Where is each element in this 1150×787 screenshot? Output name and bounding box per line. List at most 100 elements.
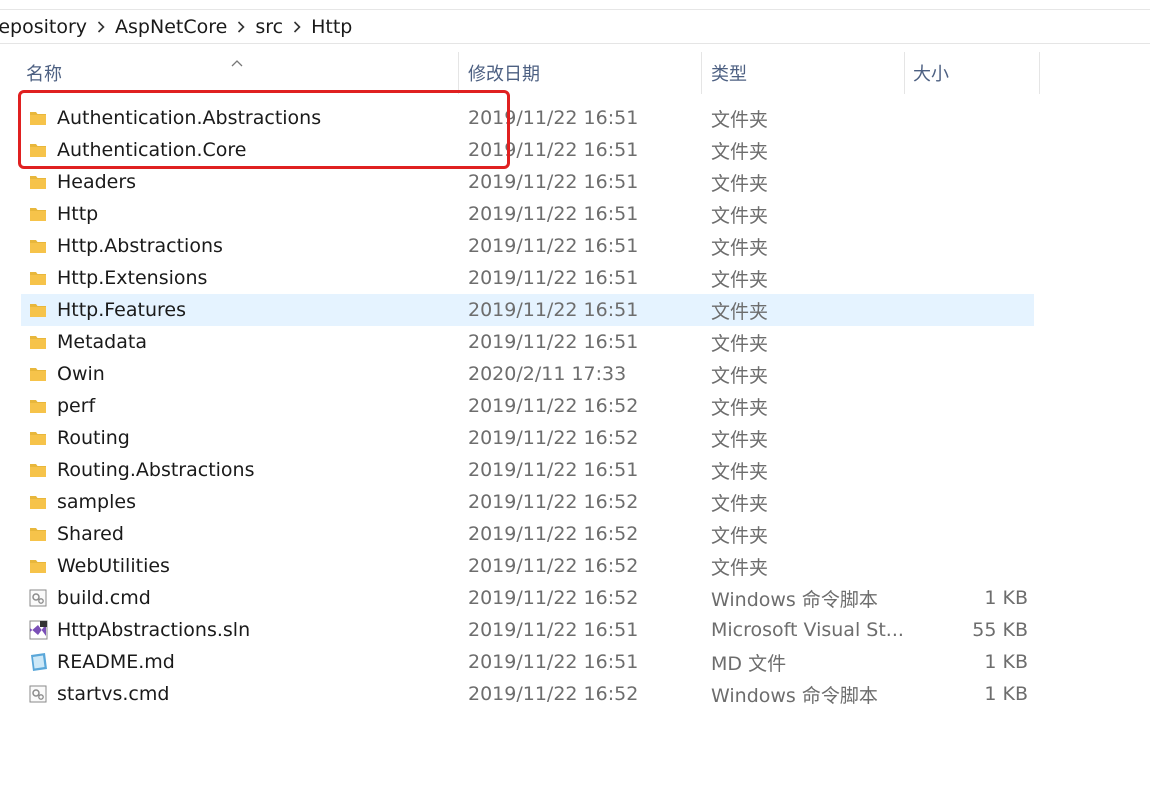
- breadcrumb-repository[interactable]: Repository: [0, 16, 87, 38]
- file-type: 文件夹: [711, 396, 769, 419]
- file-name: Http.Abstractions: [57, 235, 223, 257]
- folder-icon: [27, 294, 49, 326]
- file-row[interactable]: perf 2019/11/22 16:52 文件夹: [21, 390, 1034, 422]
- file-row[interactable]: Http.Abstractions 2019/11/22 16:51 文件夹: [21, 230, 1034, 262]
- folder-icon: [27, 166, 49, 198]
- file-type: 文件夹: [711, 300, 769, 323]
- file-modified-date: 2019/11/22 16:52: [468, 523, 639, 545]
- column-divider[interactable]: [1039, 52, 1040, 94]
- file-row[interactable]: Authentication.Core 2019/11/22 16:51 文件夹: [21, 134, 1034, 166]
- column-divider[interactable]: [904, 52, 905, 94]
- file-row[interactable]: Authentication.Abstractions 2019/11/22 16…: [21, 102, 1034, 134]
- file-row[interactable]: Routing.Abstractions 2019/11/22 16:51 文件夹: [21, 454, 1034, 486]
- sort-ascending-icon: [231, 52, 243, 71]
- file-name: Authentication.Abstractions: [57, 107, 322, 129]
- file-type: 文件夹: [711, 460, 769, 483]
- folder-icon: [27, 454, 49, 486]
- folder-icon: [27, 230, 49, 262]
- file-type: 文件夹: [711, 140, 769, 163]
- file-modified-date: 2020/2/11 17:33: [468, 363, 627, 385]
- file-name: Shared: [57, 523, 124, 545]
- file-type: 文件夹: [711, 236, 769, 259]
- file-name: startvs.cmd: [57, 683, 170, 705]
- file-row[interactable]: Owin 2020/2/11 17:33 文件夹: [21, 358, 1034, 390]
- file-modified-date: 2019/11/22 16:51: [468, 651, 639, 673]
- file-name: Http.Extensions: [57, 267, 208, 289]
- file-name: Owin: [57, 363, 105, 385]
- file-row[interactable]: build.cmd 2019/11/22 16:52 Windows 命令脚本 1 K…: [21, 582, 1034, 614]
- file-row[interactable]: Http.Features 2019/11/22 16:51 文件夹: [21, 294, 1034, 326]
- file-row[interactable]: Routing 2019/11/22 16:52 文件夹: [21, 422, 1034, 454]
- file-type: 文件夹: [711, 332, 769, 355]
- file-row[interactable]: HttpAbstractions.sln 2019/11/22 16:51 Micr…: [21, 614, 1034, 646]
- file-row[interactable]: Shared 2019/11/22 16:52 文件夹: [21, 518, 1034, 550]
- visual-studio-solution-icon: [27, 614, 49, 646]
- file-name: Metadata: [57, 331, 147, 353]
- file-row[interactable]: Http.Extensions 2019/11/22 16:51 文件夹: [21, 262, 1034, 294]
- column-header-size[interactable]: 大小: [913, 52, 949, 94]
- file-row[interactable]: samples 2019/11/22 16:52 文件夹: [21, 486, 1034, 518]
- file-modified-date: 2019/11/22 16:51: [468, 331, 639, 353]
- folder-icon: [27, 358, 49, 390]
- file-modified-date: 2019/11/22 16:52: [468, 587, 639, 609]
- file-modified-date: 2019/11/22 16:52: [468, 555, 639, 577]
- file-type: Windows 命令脚本: [711, 684, 878, 707]
- folder-icon: [27, 550, 49, 582]
- chevron-right-icon[interactable]: [231, 20, 251, 33]
- folder-icon: [27, 422, 49, 454]
- column-header-date[interactable]: 修改日期: [468, 52, 540, 94]
- file-row[interactable]: Http 2019/11/22 16:51 文件夹: [21, 198, 1034, 230]
- file-name: samples: [57, 491, 136, 513]
- file-type: 文件夹: [711, 524, 769, 547]
- column-divider[interactable]: [458, 52, 459, 94]
- folder-icon: [27, 102, 49, 134]
- file-row[interactable]: startvs.cmd 2019/11/22 16:52 Windows 命令脚本 1…: [21, 678, 1034, 710]
- file-modified-date: 2019/11/22 16:51: [468, 299, 639, 321]
- folder-icon: [27, 390, 49, 422]
- file-name: Headers: [57, 171, 137, 193]
- file-modified-date: 2019/11/22 16:52: [468, 683, 639, 705]
- file-modified-date: 2019/11/22 16:51: [468, 619, 639, 641]
- column-header-name[interactable]: 名称: [26, 52, 62, 94]
- file-type: 文件夹: [711, 364, 769, 387]
- breadcrumb-http[interactable]: Http: [311, 16, 352, 38]
- file-size: 1 KB: [984, 651, 1028, 673]
- folder-icon: [27, 262, 49, 294]
- file-type: 文件夹: [711, 268, 769, 291]
- file-type: 文件夹: [711, 108, 769, 131]
- file-type: 文件夹: [711, 556, 769, 579]
- file-size: 1 KB: [984, 683, 1028, 705]
- file-modified-date: 2019/11/22 16:52: [468, 395, 639, 417]
- file-name: WebUtilities: [57, 555, 170, 577]
- folder-icon: [27, 486, 49, 518]
- file-modified-date: 2019/11/22 16:51: [468, 267, 639, 289]
- file-type: 文件夹: [711, 172, 769, 195]
- breadcrumb-aspnetcore[interactable]: AspNetCore: [115, 16, 227, 38]
- cmd-file-icon: [27, 582, 49, 614]
- file-size: 1 KB: [984, 587, 1028, 609]
- markdown-file-icon: [27, 646, 49, 678]
- file-name: Routing.Abstractions: [57, 459, 255, 481]
- file-name: HttpAbstractions.sln: [57, 619, 251, 641]
- chevron-right-icon[interactable]: [287, 20, 307, 33]
- file-name: README.md: [57, 651, 175, 673]
- file-row[interactable]: Metadata 2019/11/22 16:51 文件夹: [21, 326, 1034, 358]
- folder-icon: [27, 518, 49, 550]
- file-type: Windows 命令脚本: [711, 588, 878, 611]
- column-header-type[interactable]: 类型: [711, 52, 747, 94]
- file-modified-date: 2019/11/22 16:51: [468, 139, 639, 161]
- folder-icon: [27, 198, 49, 230]
- chevron-right-icon[interactable]: [91, 20, 111, 33]
- file-row[interactable]: Headers 2019/11/22 16:51 文件夹: [21, 166, 1034, 198]
- file-row[interactable]: WebUtilities 2019/11/22 16:52 文件夹: [21, 550, 1034, 582]
- file-type: 文件夹: [711, 428, 769, 451]
- cmd-file-icon: [27, 678, 49, 710]
- file-type: Microsoft Visual St...: [711, 619, 904, 641]
- file-row[interactable]: README.md 2019/11/22 16:51 MD 文件 1 KB: [21, 646, 1034, 678]
- file-type: 文件夹: [711, 204, 769, 227]
- column-divider[interactable]: [701, 52, 702, 94]
- breadcrumb-src[interactable]: src: [255, 16, 283, 38]
- file-type: 文件夹: [711, 492, 769, 515]
- folder-icon: [27, 134, 49, 166]
- breadcrumb[interactable]: Repository AspNetCore src Http: [0, 10, 1150, 44]
